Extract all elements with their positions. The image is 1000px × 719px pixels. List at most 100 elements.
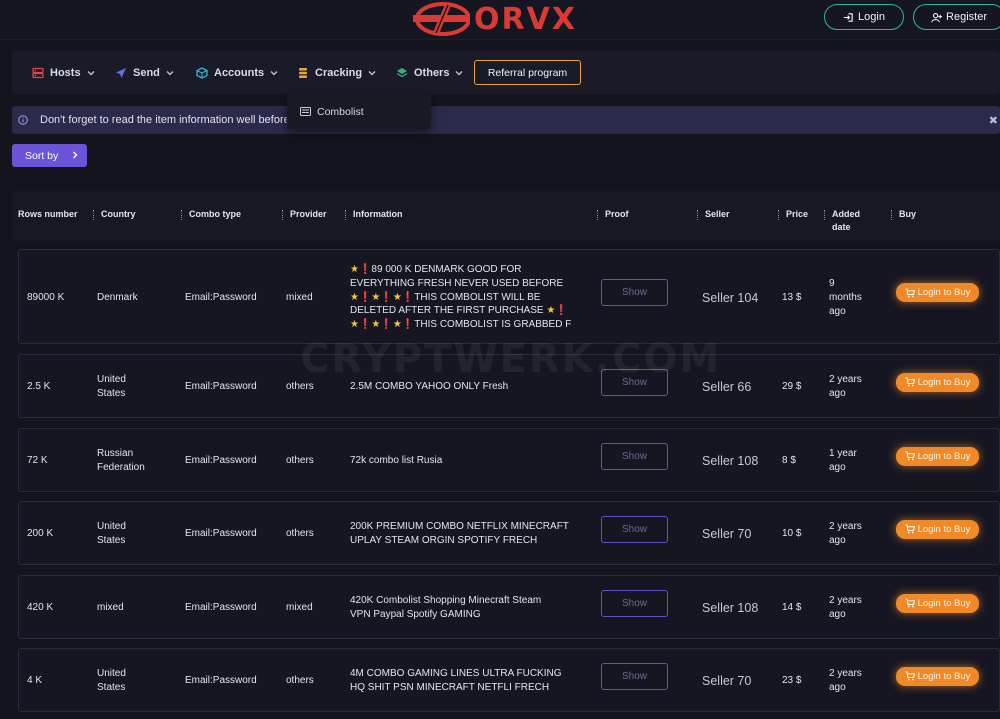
added-date-line: ago	[829, 388, 846, 399]
column-separator	[282, 210, 284, 220]
show-proof-button[interactable]: Show	[601, 662, 668, 690]
provider: mixed	[286, 602, 313, 613]
added-date-line: ago	[829, 535, 846, 546]
chevron-down-icon	[87, 70, 95, 75]
col-price[interactable]: Price	[778, 208, 808, 221]
col-country[interactable]: Country	[93, 208, 136, 221]
column-separator	[345, 210, 347, 220]
cart-icon	[905, 451, 915, 461]
login-to-buy-button[interactable]: Login to Buy	[896, 593, 979, 613]
provider: mixed	[286, 291, 313, 303]
added-date-line: 2 years	[829, 521, 862, 532]
country-line: States	[97, 388, 126, 399]
country: United States	[97, 667, 169, 695]
added-date-line: ago	[829, 305, 846, 317]
nav-label: Send	[133, 66, 160, 79]
star-glyph: ★	[392, 291, 402, 303]
login-button[interactable]: Login	[824, 4, 904, 30]
seller: Seller 70	[702, 674, 752, 688]
nav-item-hosts[interactable]: Hosts	[32, 51, 95, 94]
layers-icon	[396, 67, 408, 77]
logo-text: ORVX	[474, 1, 577, 37]
nav-item-send[interactable]: Send	[115, 51, 174, 94]
nav-label: Accounts	[214, 66, 265, 79]
show-proof-button[interactable]: Show	[601, 279, 668, 306]
buy-label: Login to Buy	[917, 670, 971, 682]
provider: others	[286, 528, 314, 539]
dropdown-item-combolist[interactable]: Combolist	[317, 106, 364, 118]
cart-icon	[905, 377, 915, 387]
country: United States	[97, 520, 169, 548]
nav-item-cracking[interactable]: Cracking	[297, 51, 376, 94]
information: 200K PREMIUM COMBO NETFLIX MINECRAFT UPLA…	[350, 520, 582, 547]
added-date: 1 year ago	[829, 447, 879, 475]
login-to-buy-button[interactable]: Login to Buy	[896, 666, 979, 686]
show-proof-button[interactable]: Show	[601, 589, 668, 617]
col-proof[interactable]: Proof	[597, 208, 629, 221]
nav-label: Hosts	[50, 66, 81, 79]
col-provider[interactable]: Provider	[282, 208, 327, 221]
seller: Seller 108	[702, 601, 759, 615]
chevron-right-icon	[73, 151, 78, 159]
information-line: ★❗★❗★❗THIS COMBOLIST IS GRABBED F	[350, 318, 582, 332]
information-line: HQ SHIT PSN MINECRAFT NETFLI FRECH	[350, 681, 582, 695]
information: 72k combo list Rusia	[350, 454, 582, 468]
col-information[interactable]: Information	[345, 208, 403, 221]
information: 2.5M COMBO YAHOO ONLY Fresh	[350, 380, 582, 394]
rows-number: 89000 K	[27, 291, 65, 303]
exclamation-glyph: ❗	[380, 291, 393, 303]
information-line: VPN Paypal Spotify GAMING	[350, 608, 582, 622]
table-row: 89000 K Denmark Email:Password mixed ★❗89 00…	[18, 249, 1000, 344]
sort-by-button[interactable]: Sort by	[12, 144, 87, 167]
combo-type: Email:Password	[185, 528, 257, 539]
combo-type: Email:Password	[185, 291, 257, 303]
information-text: UPLAY STEAM ORGIN SPOTIFY FRECH	[350, 535, 538, 546]
seller: Seller 70	[702, 527, 752, 541]
added-date-line: 1 year	[829, 448, 857, 459]
col-rows-number[interactable]: Rows number	[18, 208, 78, 221]
seller: Seller 66	[702, 380, 752, 394]
logo-mark-icon	[413, 2, 470, 36]
col-combo-type[interactable]: Combo type	[181, 208, 241, 221]
col-added-date[interactable]: Added date	[824, 208, 872, 234]
added-date-line: ago	[829, 682, 846, 693]
exclamation-glyph: ❗	[358, 264, 372, 276]
star-glyph: ★	[350, 319, 359, 331]
cart-icon	[905, 671, 915, 681]
nav-label: Others	[414, 66, 450, 79]
table-row: 200 K United States Email:Password others 200…	[18, 501, 1000, 565]
info-notice: Don't forget to read the item informatio…	[12, 106, 1000, 134]
combo-type: Email:Password	[185, 675, 257, 686]
added-date-line: ago	[829, 462, 846, 473]
show-proof-button[interactable]: Show	[601, 442, 668, 470]
country-line: United	[97, 668, 126, 679]
buy-label: Login to Buy	[917, 450, 971, 462]
watermark: CRYPTWERK.COM	[300, 336, 722, 382]
nav-label: Cracking	[315, 66, 363, 79]
information-text: 4M COMBO GAMING LINES ULTRA FUCKING	[350, 668, 562, 680]
referral-program-button[interactable]: Referral program	[474, 60, 581, 85]
nav-item-others[interactable]: Others	[396, 51, 463, 94]
chevron-down-icon	[270, 70, 278, 75]
column-separator	[181, 210, 183, 220]
site-logo[interactable]: ORVX	[412, 0, 577, 38]
login-to-buy-button[interactable]: Login to Buy	[896, 446, 979, 466]
login-to-buy-button[interactable]: Login to Buy	[896, 372, 979, 392]
information-text: 200K PREMIUM COMBO NETFLIX MINECRAFT	[350, 521, 569, 533]
col-seller[interactable]: Seller	[697, 208, 730, 221]
information-text: DELETED AFTER THE FIRST PURCHASE	[350, 305, 547, 317]
stack-icon	[299, 67, 307, 78]
login-to-buy-button[interactable]: Login to Buy	[896, 519, 979, 539]
nav-item-accounts[interactable]: Accounts	[196, 51, 278, 94]
star-glyph: ★	[392, 319, 402, 331]
information-line: EVERYTHING FRESH NEVER USED BEFORE	[350, 277, 582, 291]
country: United States	[97, 373, 169, 401]
close-icon[interactable]: ✖	[989, 114, 998, 127]
seller: Seller 108	[702, 454, 759, 468]
show-proof-button[interactable]: Show	[601, 515, 668, 543]
login-to-buy-button[interactable]: Login to Buy	[896, 283, 979, 302]
col-buy[interactable]: Buy	[891, 208, 916, 221]
information-line: UPLAY STEAM ORGIN SPOTIFY FRECH	[350, 534, 582, 548]
table-row: 420 K mixed Email:Password mixed 420K Combol…	[18, 575, 1000, 639]
register-button[interactable]: Register	[913, 4, 1000, 30]
